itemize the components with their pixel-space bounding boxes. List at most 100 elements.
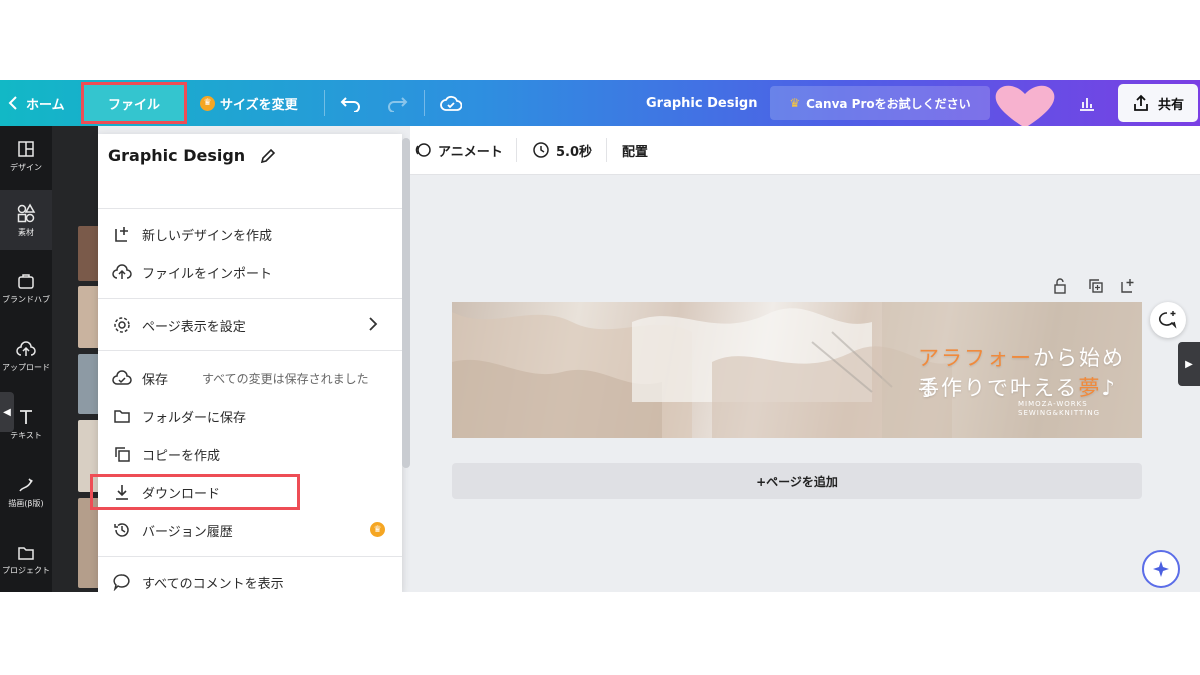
menu-item-label: 保存 (142, 372, 169, 388)
menu-item-label: バージョン履歴 (142, 524, 233, 540)
brand-icon (18, 273, 34, 289)
panel-thumbnail[interactable] (78, 226, 98, 281)
design-title[interactable]: Graphic Design (646, 80, 757, 126)
chevron-right-icon (369, 317, 378, 331)
redo-icon (388, 97, 408, 112)
folder-icon (112, 406, 132, 426)
menu-item-label: 新しいデザインを作成 (142, 228, 273, 244)
menu-item-label: すべてのコメントを表示 (142, 576, 284, 592)
menu-item-save-folder[interactable]: フォルダーに保存 (98, 398, 402, 434)
home-button[interactable]: ホーム (8, 80, 65, 126)
rail-item-projects[interactable]: プロジェクト (0, 530, 52, 590)
topbar-divider (424, 90, 425, 116)
panel-thumbnail[interactable] (78, 286, 98, 348)
rail-item-upload[interactable]: アップロード (0, 326, 52, 386)
banner-brand-text[interactable]: SEWING&KNITTING (1018, 409, 1100, 417)
rail-item-label: 素材 (18, 227, 34, 237)
animate-button[interactable]: アニメート (414, 126, 503, 174)
draw-icon (19, 477, 33, 491)
chevron-right-icon: ▶ (1185, 358, 1193, 370)
menu-header: Graphic Design (108, 146, 277, 165)
duplicate-icon (1089, 279, 1103, 293)
add-comment-button[interactable] (1150, 302, 1186, 338)
add-page-icon-button[interactable] (1118, 276, 1138, 296)
duration-label: 5.0秒 (556, 144, 593, 160)
editor-toolbar: アニメート 5.0秒 配置 (410, 126, 1200, 175)
banner-brand-text[interactable]: MIMOZA-WORKS (1018, 400, 1088, 408)
try-pro-button[interactable]: ♛ Canva Proをお試しください (770, 86, 990, 120)
share-icon (1134, 94, 1148, 111)
toolbar-divider (606, 138, 607, 162)
chevron-left-icon: ◀ (3, 406, 11, 418)
menu-item-download[interactable]: ダウンロード (90, 474, 300, 510)
rail-item-label: ブランドハブ (2, 294, 50, 304)
crown-icon: ♛ (789, 96, 801, 110)
file-menu: Graphic Design 新しいデザインを作成 ファイルをインポート ページ… (90, 134, 402, 592)
download-icon (112, 482, 132, 502)
rail-item-label: 描画(β版) (8, 498, 44, 508)
collapse-panel-button[interactable]: ◀ (0, 392, 14, 432)
menu-item-label: ページ表示を設定 (142, 319, 246, 335)
rail-item-brand[interactable]: ブランドハブ (0, 258, 52, 318)
duration-button[interactable]: 5.0秒 (532, 126, 592, 174)
text-icon (20, 409, 32, 424)
duplicate-page-button[interactable] (1086, 276, 1106, 296)
save-status-text: すべての変更は保存されました (202, 371, 369, 386)
position-button[interactable]: 配置 (622, 126, 648, 174)
lock-page-button[interactable] (1050, 276, 1070, 296)
elements-panel (52, 126, 98, 592)
redo-button[interactable] (386, 80, 408, 126)
menu-scrollbar[interactable] (402, 138, 410, 468)
menu-item-page-settings[interactable]: ページ表示を設定 (98, 307, 402, 343)
menu-item-version-history[interactable]: バージョン履歴 ♛ (98, 512, 402, 548)
magic-assistant-button[interactable] (1142, 550, 1180, 588)
history-icon (112, 520, 132, 540)
bar-chart-icon (1080, 98, 1094, 111)
heart-icon (995, 85, 1055, 128)
crown-icon: ♛ (200, 95, 215, 111)
panel-thumbnail[interactable] (78, 498, 98, 588)
undo-button[interactable] (340, 80, 362, 126)
menu-item-comments[interactable]: すべてのコメントを表示 (98, 564, 402, 592)
share-button[interactable]: 共有 (1118, 84, 1198, 122)
gear-icon (112, 315, 132, 335)
rail-item-elements[interactable]: 素材 (0, 190, 52, 250)
menu-item-save[interactable]: 保存 すべての変更は保存されました (98, 360, 402, 396)
menu-divider (98, 208, 402, 209)
cloud-saved-icon (440, 80, 462, 126)
pencil-icon[interactable] (259, 147, 277, 165)
rail-item-draw[interactable]: 描画(β版) (0, 462, 52, 522)
panel-thumbnail[interactable] (78, 354, 98, 414)
top-bar: ホーム ファイル ♛ サイズを変更 Graphic Design ♛ Canva… (0, 80, 1200, 128)
toolbar-divider (516, 138, 517, 162)
add-page-button[interactable]: +ページを追加 (452, 463, 1142, 499)
animate-label: アニメート (438, 144, 503, 160)
resize-label: サイズを変更 (220, 97, 298, 113)
banner-accent-text: アラフォー (918, 346, 1033, 370)
copy-icon (112, 444, 132, 464)
sparkle-icon (1153, 561, 1169, 577)
banner-headline-line2[interactable]: 手作りで叶える夢♪ (918, 372, 1117, 402)
menu-item-label: コピーを作成 (142, 448, 221, 464)
menu-item-label: フォルダーに保存 (142, 410, 247, 426)
banner-text: 手作りで叶える (918, 376, 1079, 400)
share-label: 共有 (1157, 97, 1184, 113)
home-label: ホーム (26, 97, 65, 113)
menu-divider (98, 556, 402, 557)
rail-item-design[interactable]: デザイン (0, 126, 52, 186)
menu-item-label: ダウンロード (142, 486, 221, 502)
menu-item-label: ファイルをインポート (142, 266, 273, 282)
menu-item-copy[interactable]: コピーを作成 (98, 436, 402, 472)
topbar-divider (324, 90, 325, 116)
insights-button[interactable] (1078, 80, 1096, 126)
file-menu-button[interactable]: ファイル (81, 82, 187, 124)
file-label: ファイル (107, 97, 160, 113)
menu-item-import[interactable]: ファイルをインポート (98, 254, 402, 290)
resize-button[interactable]: ♛ サイズを変更 (200, 80, 298, 126)
menu-item-new-design[interactable]: 新しいデザインを作成 (98, 216, 402, 252)
expand-panel-button[interactable]: ▶ (1178, 342, 1200, 386)
design-page[interactable]: アラフォーから始める 手作りで叶える夢♪ MIMOZA-WORKS SEWING… (452, 302, 1142, 438)
chevron-left-icon (8, 96, 17, 110)
banner-text: ♪ (1101, 376, 1117, 400)
layout-icon (18, 140, 34, 157)
